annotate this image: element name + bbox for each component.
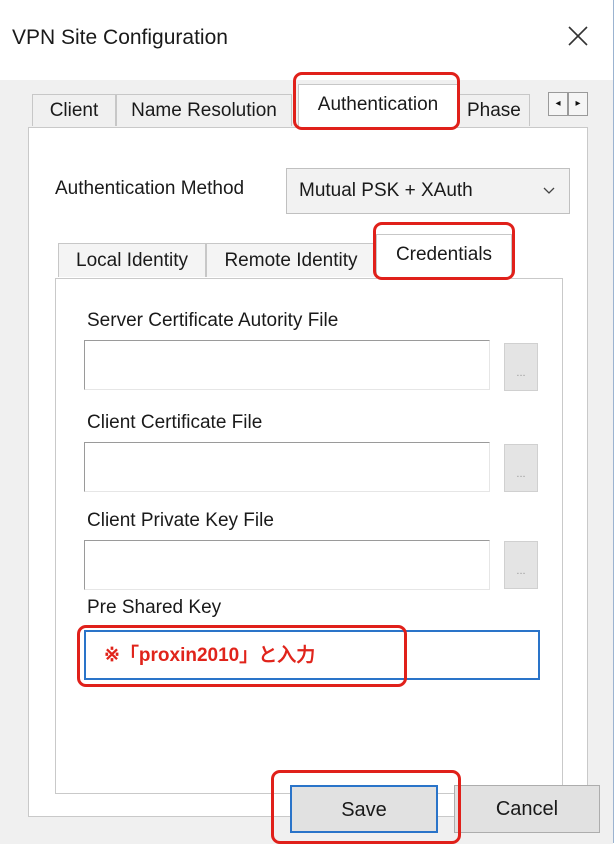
window-title: VPN Site Configuration bbox=[12, 26, 228, 49]
subtab-remote-identity[interactable]: Remote Identity bbox=[206, 243, 376, 277]
psk-instruction-note: ※「proxin2010」と入力 bbox=[104, 645, 316, 666]
client-cert-browse-button[interactable]: ... bbox=[504, 444, 538, 492]
client-cert-file-input[interactable] bbox=[84, 442, 490, 492]
client-key-browse-button[interactable]: ... bbox=[504, 541, 538, 589]
server-ca-file-input[interactable] bbox=[84, 340, 490, 390]
authentication-method-value: Mutual PSK + XAuth bbox=[299, 180, 473, 201]
tab-scroll-right-icon[interactable]: ▸ bbox=[568, 92, 588, 116]
authentication-method-label: Authentication Method bbox=[55, 178, 245, 199]
tab-scroll-left-icon[interactable]: ◂ bbox=[548, 92, 568, 116]
client-key-file-input[interactable] bbox=[84, 540, 490, 590]
client-key-file-label: Client Private Key File bbox=[87, 510, 274, 531]
dialog-window: VPN Site Configuration Client Name Resol… bbox=[0, 0, 614, 844]
client-cert-file-label: Client Certificate File bbox=[87, 412, 263, 433]
tab-phase[interactable]: Phase bbox=[458, 94, 530, 126]
cancel-button[interactable]: Cancel bbox=[454, 785, 600, 833]
subtab-local-identity[interactable]: Local Identity bbox=[58, 243, 206, 277]
tab-name-resolution[interactable]: Name Resolution bbox=[116, 94, 292, 126]
server-ca-file-label: Server Certificate Autority File bbox=[87, 310, 339, 331]
save-button[interactable]: Save bbox=[290, 785, 438, 833]
title-bar: VPN Site Configuration bbox=[0, 0, 613, 80]
tab-client[interactable]: Client bbox=[32, 94, 116, 126]
close-icon[interactable] bbox=[560, 18, 596, 54]
tab-authentication[interactable]: Authentication bbox=[298, 84, 458, 128]
server-ca-browse-button[interactable]: ... bbox=[504, 343, 538, 391]
subtab-credentials[interactable]: Credentials bbox=[376, 234, 512, 279]
chevron-down-icon bbox=[543, 187, 555, 194]
authentication-method-select[interactable]: Mutual PSK + XAuth bbox=[286, 168, 570, 214]
pre-shared-key-label: Pre Shared Key bbox=[87, 597, 222, 618]
